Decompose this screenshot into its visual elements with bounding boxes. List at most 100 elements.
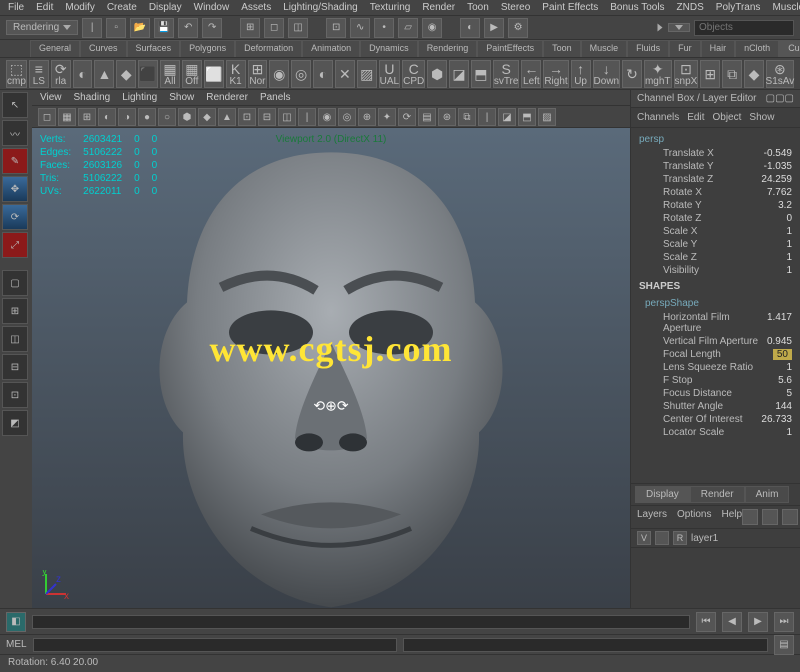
shelf-tab-curves[interactable]: Curves <box>80 40 127 57</box>
attr-scale-x[interactable]: Scale X1 <box>633 225 798 238</box>
panel-tool-15[interactable]: ◎ <box>338 108 356 126</box>
shelf-button-14[interactable]: ◐ <box>313 60 333 88</box>
shelf-button-13[interactable]: ◎ <box>291 60 311 88</box>
shelf-tab-polygons[interactable]: Polygons <box>180 40 235 57</box>
layer-tab-display[interactable]: Display <box>635 486 690 503</box>
play-start-icon[interactable]: ⏮ <box>696 612 716 632</box>
shelf-button-6[interactable]: ⬛ <box>138 60 158 88</box>
shape-attr-focal-length[interactable]: Focal Length50 <box>633 348 798 361</box>
layer-move-up-icon[interactable] <box>742 509 758 525</box>
menu-render[interactable]: Render <box>422 2 455 13</box>
new-scene-icon[interactable]: ▫ <box>106 18 126 38</box>
lasso-tool[interactable]: 〰 <box>2 120 28 146</box>
shelf-button-24[interactable]: →Right <box>543 60 568 88</box>
layer-menu-layers[interactable]: Layers <box>637 509 667 525</box>
shelf-tab-custom[interactable]: Custom <box>779 40 800 57</box>
panel-menu-view[interactable]: View <box>40 92 62 103</box>
shape-attr-focus-distance[interactable]: Focus Distance5 <box>633 387 798 400</box>
shelf-button-8[interactable]: ▦Off <box>182 60 202 88</box>
redo-icon[interactable]: ↷ <box>202 18 222 38</box>
attr-scale-z[interactable]: Scale Z1 <box>633 251 798 264</box>
shelf-button-33[interactable]: ⊛S1sAv <box>766 60 794 88</box>
rotate-tool[interactable]: ⟳ <box>2 204 28 230</box>
menu-edit[interactable]: Edit <box>36 2 53 13</box>
cb-menu-object[interactable]: Object <box>713 112 742 123</box>
quick-layout-icon[interactable]: ◧ <box>6 612 26 632</box>
panel-tool-18[interactable]: ⟳ <box>398 108 416 126</box>
shelf-button-27[interactable]: ↻ <box>622 60 642 88</box>
panel-tool-10[interactable]: ⊡ <box>238 108 256 126</box>
select-object-icon[interactable]: ◻ <box>264 18 284 38</box>
shelf-button-21[interactable]: ⬒ <box>471 60 491 88</box>
panel-tool-0[interactable]: ◻ <box>38 108 56 126</box>
shelf-button-16[interactable]: ▨ <box>357 60 377 88</box>
panel-tool-24[interactable]: ⬒ <box>518 108 536 126</box>
panel-menu-renderer[interactable]: Renderer <box>206 92 248 103</box>
layer-name[interactable]: layer1 <box>691 533 718 544</box>
time-slider[interactable] <box>32 615 690 629</box>
layout-three[interactable]: ⊡ <box>2 382 28 408</box>
shelf-button-28[interactable]: ✦mghT <box>644 60 672 88</box>
shape-attr-center-of-interest[interactable]: Center Of Interest26.733 <box>633 413 798 426</box>
menu-muscle[interactable]: Muscle <box>772 2 800 13</box>
panel-tool-8[interactable]: ◆ <box>198 108 216 126</box>
shelf-tab-fur[interactable]: Fur <box>669 40 701 57</box>
panel-tool-3[interactable]: ◐ <box>98 108 116 126</box>
layout-persp[interactable]: ◩ <box>2 410 28 436</box>
shelf-button-10[interactable]: KK1 <box>226 60 246 88</box>
shelf-button-2[interactable]: ⟳rla <box>51 60 71 88</box>
command-lang-label[interactable]: MEL <box>6 639 27 650</box>
attr-translate-x[interactable]: Translate X-0.549 <box>633 147 798 160</box>
shelf-button-4[interactable]: ▲ <box>94 60 114 88</box>
new-layer-icon[interactable] <box>782 509 798 525</box>
render-settings-icon[interactable]: ⚙ <box>508 18 528 38</box>
shelf-button-23[interactable]: ←Left <box>521 60 541 88</box>
chevron-left-icon[interactable] <box>658 24 663 32</box>
shelf-button-19[interactable]: ⬢ <box>427 60 447 88</box>
module-dropdown[interactable]: Rendering <box>6 20 78 35</box>
shelf-button-12[interactable]: ◉ <box>269 60 289 88</box>
panel-tool-13[interactable]: | <box>298 108 316 126</box>
play-fwd-icon[interactable]: ▶ <box>748 612 768 632</box>
menu-painteffects[interactable]: Paint Effects <box>542 2 598 13</box>
panel-tool-4[interactable]: ◑ <box>118 108 136 126</box>
panel-toggle-icons[interactable]: ▢▢▢ <box>766 93 794 104</box>
shape-attr-horizontal-film-aperture[interactable]: Horizontal Film Aperture1.417 <box>633 311 798 335</box>
snap-point-icon[interactable]: • <box>374 18 394 38</box>
undo-icon[interactable]: ↶ <box>178 18 198 38</box>
shelf-button-25[interactable]: ↑Up <box>571 60 591 88</box>
shelf-tab-dynamics[interactable]: Dynamics <box>360 40 418 57</box>
shelf-button-32[interactable]: ◆ <box>744 60 764 88</box>
shelf-button-15[interactable]: ✕ <box>335 60 355 88</box>
shelf-button-22[interactable]: SsvTre <box>493 60 520 88</box>
shape-attr-vertical-film-aperture[interactable]: Vertical Film Aperture0.945 <box>633 335 798 348</box>
move-tool[interactable]: ✥ <box>2 176 28 202</box>
layer-visibility-toggle[interactable]: V <box>637 531 651 545</box>
shelf-tab-fluids[interactable]: Fluids <box>627 40 669 57</box>
layout-two-stack[interactable]: ⊟ <box>2 354 28 380</box>
script-editor-icon[interactable]: ▤ <box>774 635 794 655</box>
panel-tool-22[interactable]: | <box>478 108 496 126</box>
shelf-button-11[interactable]: ⊞Nor <box>248 60 268 88</box>
attr-scale-y[interactable]: Scale Y1 <box>633 238 798 251</box>
panel-tool-16[interactable]: ⊕ <box>358 108 376 126</box>
menu-toon[interactable]: Toon <box>467 2 489 13</box>
panel-tool-23[interactable]: ◪ <box>498 108 516 126</box>
panel-tool-12[interactable]: ◫ <box>278 108 296 126</box>
scale-tool[interactable]: ⤢ <box>2 232 28 258</box>
shape-attr-locator-scale[interactable]: Locator Scale1 <box>633 426 798 439</box>
shelf-tab-muscle[interactable]: Muscle <box>581 40 628 57</box>
layer-row[interactable]: VRlayer1 <box>631 529 800 548</box>
layer-menu-help[interactable]: Help <box>721 509 742 525</box>
paint-select-tool[interactable]: ✎ <box>2 148 28 174</box>
shelf-tab-painteffects[interactable]: PaintEffects <box>477 40 543 57</box>
layer-menu-options[interactable]: Options <box>677 509 711 525</box>
menu-assets[interactable]: Assets <box>241 2 271 13</box>
shelf-tab-surfaces[interactable]: Surfaces <box>127 40 181 57</box>
layer-tab-render[interactable]: Render <box>690 486 745 503</box>
layer-tab-anim[interactable]: Anim <box>745 486 790 503</box>
panel-tool-7[interactable]: ⬢ <box>178 108 196 126</box>
cb-menu-edit[interactable]: Edit <box>687 112 704 123</box>
shelf-button-7[interactable]: ▦All <box>160 60 180 88</box>
shelf-button-31[interactable]: ⧉ <box>722 60 742 88</box>
